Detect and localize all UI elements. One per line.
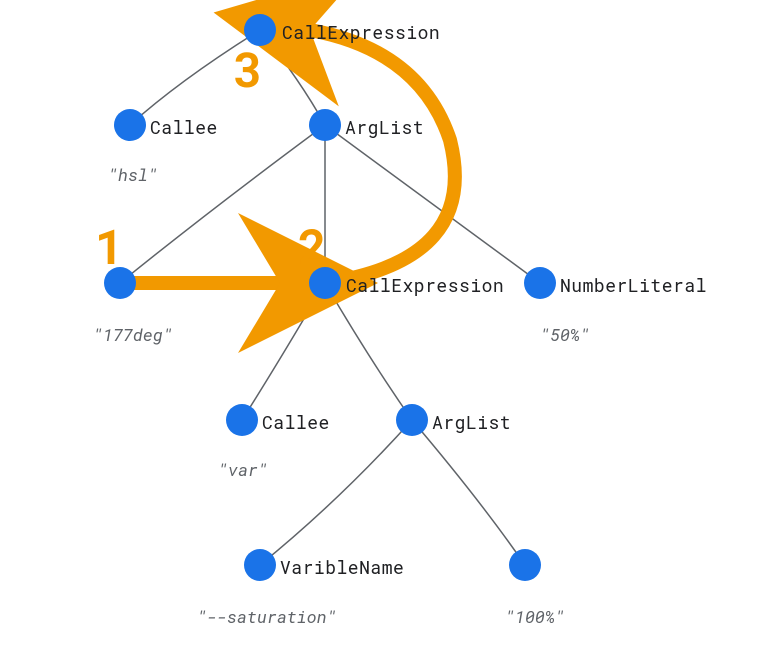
tree-node — [226, 404, 258, 436]
edge — [260, 30, 325, 125]
arrow-2-to-3 — [310, 30, 455, 283]
edge — [325, 283, 412, 420]
node-value: "177deg" — [93, 323, 173, 346]
tree-node — [309, 109, 341, 141]
node-label: ArgList — [345, 115, 424, 139]
node-label: ArgList — [432, 410, 511, 434]
node-label: Callee — [150, 115, 218, 139]
edge — [242, 283, 325, 420]
tree-node — [114, 109, 146, 141]
node-label: NumberLiteral — [560, 273, 707, 297]
tree-node — [244, 549, 276, 581]
edge — [412, 420, 525, 565]
step-number: 3 — [233, 38, 262, 101]
edge — [120, 125, 325, 283]
tree-node — [509, 549, 541, 581]
edge — [325, 125, 540, 283]
node-value: "hsl" — [108, 163, 158, 186]
tree-node — [524, 267, 556, 299]
step-number: 2 — [298, 215, 327, 278]
edge — [260, 420, 412, 565]
node-label: VaribleName — [280, 555, 404, 579]
tree-node — [396, 404, 428, 436]
node-value: "50%" — [540, 323, 590, 346]
node-value: "var" — [218, 458, 268, 481]
node-label: CallExpression — [282, 20, 440, 44]
node-value: "100%" — [505, 605, 565, 628]
node-label: CallExpression — [346, 273, 504, 297]
node-value: "--saturation" — [197, 605, 337, 628]
step-number: 1 — [95, 215, 124, 278]
node-label: Callee — [262, 410, 330, 434]
